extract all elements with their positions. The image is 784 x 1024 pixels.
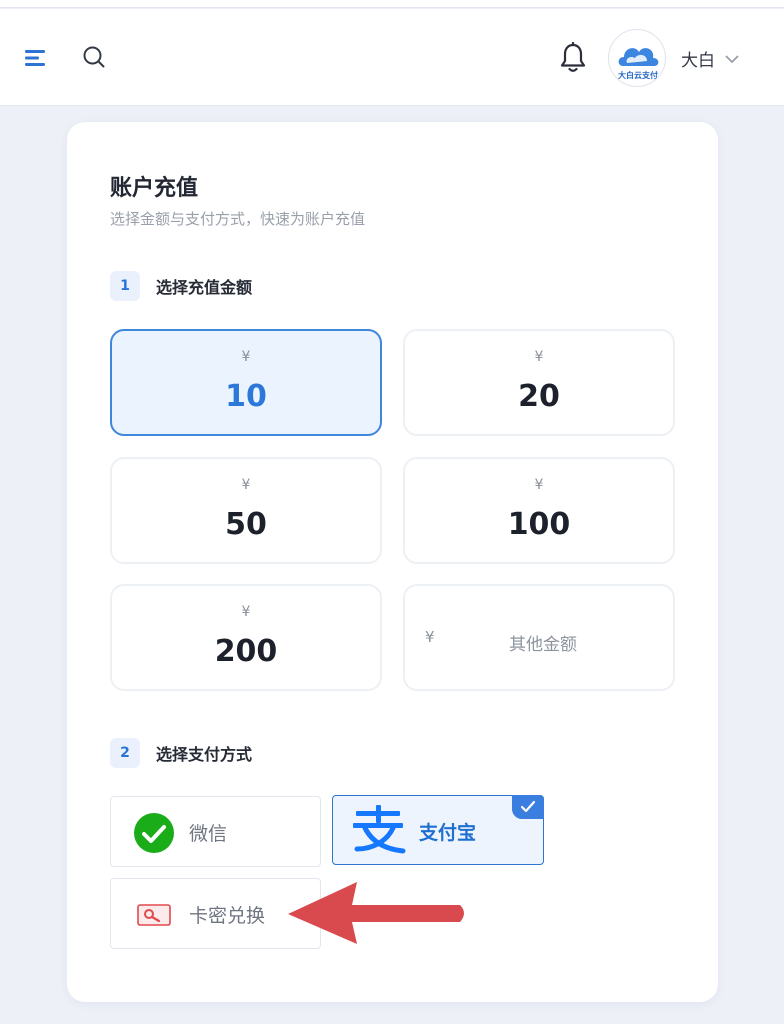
currency-symbol: ¥: [241, 477, 251, 493]
red-arrow-annotation: [288, 882, 464, 944]
alipay-icon: [353, 805, 406, 854]
avatar[interactable]: 大白云支付: [608, 29, 666, 87]
recharge-card: 账户充值 选择金额与支付方式，快速为账户充值 1 选择充值金额 ¥ 10 ¥ 2…: [67, 122, 718, 1002]
payment-label: 微信: [189, 823, 228, 845]
menu-icon[interactable]: [25, 49, 47, 67]
step-payment-heading: 2 选择支付方式: [110, 738, 252, 768]
amount-option-50[interactable]: ¥ 50: [110, 457, 382, 564]
currency-symbol: ¥: [241, 604, 251, 620]
amount-value: 200: [214, 634, 278, 669]
step-label: 选择充值金额: [156, 278, 253, 297]
wechat-icon: [134, 813, 174, 853]
bell-icon[interactable]: [558, 42, 588, 74]
top-edge: [0, 0, 784, 8]
amount-value: 20: [518, 379, 560, 414]
currency-symbol: ¥: [425, 628, 435, 646]
payment-label: 支付宝: [419, 822, 477, 844]
card-key-icon: [137, 904, 171, 926]
page-subtitle: 选择金额与支付方式，快速为账户充值: [110, 210, 366, 228]
amount-option-100[interactable]: ¥ 100: [403, 457, 675, 564]
step-number: 2: [110, 738, 140, 768]
avatar-logo-text: 大白云支付: [618, 71, 658, 80]
selected-check-badge: [512, 795, 544, 819]
custom-amount-placeholder: 其他金额: [509, 635, 577, 655]
top-bar: 大白云支付 大白: [0, 9, 784, 106]
step-label: 选择支付方式: [156, 745, 253, 764]
username[interactable]: 大白: [681, 46, 715, 71]
chevron-down-icon[interactable]: [724, 53, 740, 65]
payment-option-alipay[interactable]: 支付宝: [332, 795, 544, 865]
search-icon[interactable]: [82, 45, 106, 69]
currency-symbol: ¥: [534, 477, 544, 493]
payment-label: 卡密兑换: [189, 905, 266, 927]
step-number: 1: [110, 271, 140, 301]
step-amount-heading: 1 选择充值金额: [110, 271, 252, 301]
payment-option-wechat[interactable]: 微信: [110, 796, 321, 867]
amount-option-10[interactable]: ¥ 10: [110, 329, 382, 436]
amount-value: 100: [507, 507, 571, 542]
amount-value: 10: [225, 379, 267, 414]
amount-value: 50: [225, 507, 267, 542]
check-icon: [520, 800, 536, 813]
amount-option-20[interactable]: ¥ 20: [403, 329, 675, 436]
custom-amount-input[interactable]: ¥ 其他金额: [403, 584, 675, 691]
currency-symbol: ¥: [241, 349, 251, 365]
amount-option-200[interactable]: ¥ 200: [110, 584, 382, 691]
currency-symbol: ¥: [534, 349, 544, 365]
page-title: 账户充值: [110, 176, 199, 201]
